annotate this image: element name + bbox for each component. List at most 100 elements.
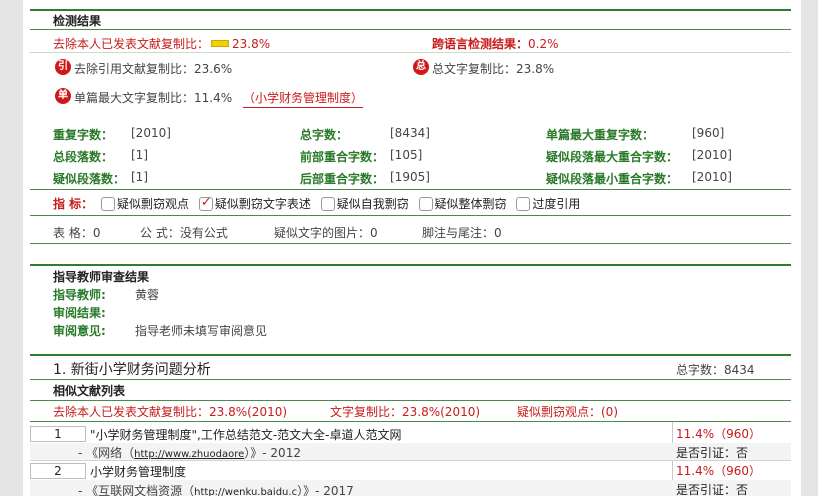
single-max-doc-link[interactable]: （小学财务管理制度） — [243, 89, 364, 108]
total-copy-value: 23.8% — [516, 62, 555, 76]
total-copy-ratio: 总文字复制比：23.8% — [432, 60, 554, 77]
review-title: 指导教师审查结果 — [53, 270, 150, 284]
susp-paras-label: 疑似段落数： — [53, 172, 126, 186]
images-count: 疑似文字的图片：0 — [274, 226, 378, 240]
excl-cite-label: 去除引用文献复制比： — [74, 62, 195, 76]
front-overlap-label: 前部重合字数： — [300, 150, 385, 164]
single-max-ratio: 单篇最大文字复制比：11.4% — [74, 89, 232, 106]
formulas-count: 公 式：没有公式 — [140, 226, 228, 240]
indicator-opinion[interactable]: 疑似剽窃观点 — [101, 195, 189, 212]
doc-source: - 《互联网文档资源（http://wenku.baidu.c）》- 2017 — [78, 482, 354, 496]
total-chars-value: [8434] — [390, 126, 430, 140]
indicator-opinion-label: 疑似剽窃观点 — [117, 197, 190, 211]
cross-lang-label: 跨语言检测结果： — [432, 37, 529, 51]
teacher-name: 黄蓉 — [135, 288, 160, 302]
section-susp-view: 疑似剽窃观点：(0) — [517, 405, 618, 419]
divider — [30, 264, 791, 266]
section-copy-ratio: 文字复制比：23.8%(2010) — [330, 405, 481, 419]
indicator-overcite[interactable]: 过度引用 — [516, 195, 580, 212]
total-chars-label: 总字数： — [300, 128, 349, 142]
indicator-text-label: 疑似剽窃文字表述 — [214, 197, 311, 211]
indicator-self-checkbox[interactable] — [320, 197, 335, 211]
doc-source-url-link[interactable]: http://wenku.baidu.c — [194, 487, 297, 496]
review-opinion-value: 指导老师未填写审阅意见 — [135, 324, 268, 338]
doc-source: - 《网络（http://www.zhuodaore）》- 2012 — [78, 444, 301, 461]
divider — [30, 460, 791, 461]
doc-title-link[interactable]: "小学财务管理制度",工作总结范文-范文大全-卓道人范文网 — [90, 426, 402, 443]
doc-source-url-link[interactable]: http://www.zhuodaore — [134, 449, 244, 460]
cite-badge-icon: 引 — [55, 59, 71, 75]
divider — [30, 189, 791, 190]
dup-chars-label: 重复字数： — [53, 128, 114, 142]
susp-para-min-value: [2010] — [692, 170, 732, 184]
back-overlap-value: [1905] — [390, 170, 430, 184]
single-max-dup-label: 单篇最大重复字数： — [546, 128, 655, 142]
teacher-label: 指导教师: — [53, 288, 106, 302]
total-paras-label: 总段落数： — [53, 150, 114, 164]
section-total-chars: 总字数：8434 — [676, 363, 755, 377]
single-max-value: 11.4% — [194, 91, 233, 105]
single-max-label: 单篇最大文字复制比： — [74, 91, 195, 105]
total-paras-value: [1] — [131, 148, 148, 162]
indicator-whole-label: 疑似整体剽窃 — [434, 197, 507, 211]
indicator-overcite-checkbox[interactable] — [516, 197, 531, 211]
indicator-whole-checkbox[interactable] — [418, 197, 433, 211]
indicator-self-label: 疑似自我剽窃 — [336, 197, 409, 211]
doc-source-suffix: ）》- 2012 — [244, 446, 301, 460]
cross-lang-value: 0.2% — [528, 37, 559, 51]
susp-paras-value: [1] — [131, 170, 148, 184]
total-copy-label: 总文字复制比： — [432, 62, 517, 76]
excl-self-ratio: 去除本人已发表文献复制比： 23.8% — [53, 35, 270, 52]
indicator-text[interactable]: 疑似剽窃文字表述 — [198, 195, 311, 212]
front-overlap-value: [105] — [390, 148, 423, 162]
section-title-detection: 检测结果 — [53, 14, 102, 28]
indicator-opinion-checkbox[interactable] — [101, 197, 116, 211]
single-max-dup-value: [960] — [692, 126, 725, 140]
indicator-row: 指 标： 疑似剽窃观点 疑似剽窃文字表述 疑似自我剽窃 疑似整体剽窃 过度引用 — [53, 195, 586, 212]
single-badge-icon: 单 — [55, 88, 71, 104]
footnotes-count: 脚注与尾注：0 — [422, 226, 502, 240]
excl-cite-value: 23.6% — [194, 62, 233, 76]
ratio-bar — [211, 40, 230, 47]
doc-source-prefix: - 《网络（ — [78, 446, 135, 460]
doc-number: 2 — [30, 463, 86, 479]
similar-list-title: 相似文献列表 — [53, 384, 126, 398]
divider — [30, 215, 791, 216]
divider — [30, 379, 791, 380]
indicator-whole[interactable]: 疑似整体剽窃 — [418, 195, 507, 212]
dup-chars-value: [2010] — [131, 126, 171, 140]
doc-number: 1 — [30, 426, 86, 442]
indicator-overcite-label: 过度引用 — [532, 197, 581, 211]
indicator-self[interactable]: 疑似自我剽窃 — [320, 195, 409, 212]
excl-self-value: 23.8% — [232, 37, 271, 51]
doc-cited-status: 是否引证：否 — [676, 446, 749, 460]
divider — [30, 421, 791, 422]
doc-cited-status: 是否引证：否 — [676, 483, 749, 496]
doc-title-link[interactable]: 小学财务管理制度 — [90, 463, 186, 480]
doc-source-suffix: ）》- 2017 — [297, 484, 354, 496]
divider — [30, 354, 791, 356]
review-result-label: 审阅结果: — [53, 306, 106, 320]
susp-para-max-value: [2010] — [692, 148, 732, 162]
review-opinion-label: 审阅意见: — [53, 324, 106, 338]
divider — [30, 400, 791, 401]
excl-cite-ratio: 去除引用文献复制比：23.6% — [74, 60, 232, 77]
cross-language-result: 跨语言检测结果：0.2% — [432, 35, 559, 52]
section-title: 1. 新街小学财务问题分析 — [53, 362, 211, 378]
susp-para-max-label: 疑似段落最大重合字数： — [546, 150, 679, 164]
divider — [30, 52, 791, 53]
doc-ratio: 11.4%（960） — [676, 427, 762, 441]
susp-para-min-label: 疑似段落最小重合字数： — [546, 172, 679, 186]
section-excl-self: 去除本人已发表文献复制比：23.8%(2010) — [53, 405, 288, 419]
doc-ratio: 11.4%（960） — [676, 464, 762, 478]
indicator-text-checkbox[interactable] — [198, 195, 213, 211]
divider — [30, 29, 791, 30]
divider — [30, 243, 791, 244]
excl-self-label: 去除本人已发表文献复制比： — [53, 37, 210, 51]
divider — [30, 9, 791, 11]
tables-count: 表 格：0 — [53, 226, 101, 240]
indicator-label: 指 标： — [53, 197, 94, 211]
total-badge-icon: 总 — [413, 59, 429, 75]
doc-source-prefix: - 《互联网文档资源（ — [78, 484, 195, 496]
back-overlap-label: 后部重合字数： — [300, 172, 385, 186]
